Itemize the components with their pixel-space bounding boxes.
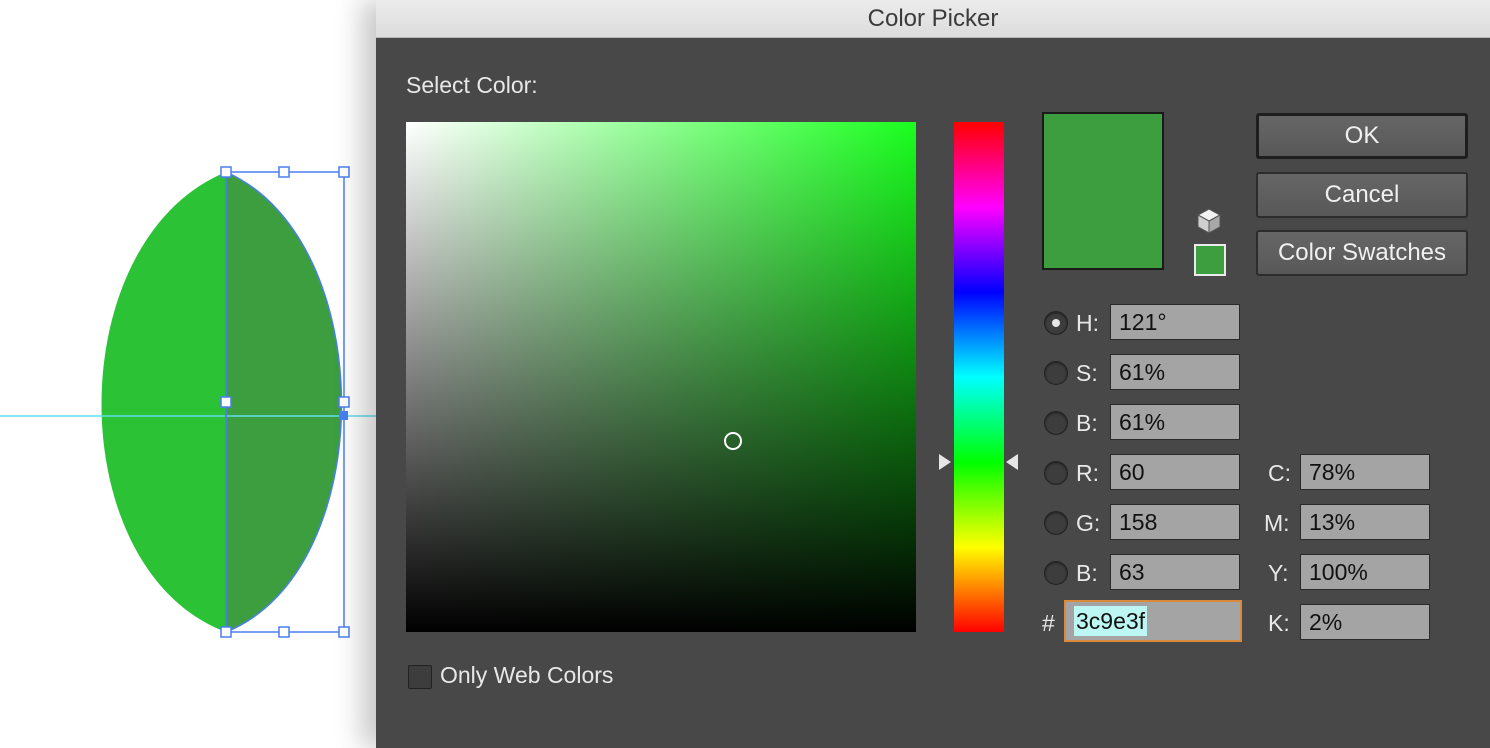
handle-middle-left [220,396,232,408]
dialog-title: Color Picker [867,5,999,32]
leaf-right-half[interactable] [226,172,342,632]
green-input[interactable]: 158 [1110,504,1240,540]
radio-brightness[interactable] [1044,411,1068,435]
handle-middle-right [338,396,350,408]
magenta-label: M: [1264,510,1290,536]
radio-red[interactable] [1044,461,1068,485]
only-web-colors-label[interactable]: Only Web Colors [440,662,613,689]
blue-label: B: [1076,560,1098,586]
cancel-button[interactable]: Cancel [1256,172,1468,218]
hue-label: H: [1076,310,1099,336]
saturation-brightness-field[interactable] [406,122,916,632]
artboard-canvas[interactable] [0,0,380,748]
color-picker-dialog: Color Picker Select Color: OK Cancel Col… [376,0,1490,748]
color-swatches-button[interactable]: Color Swatches [1256,230,1468,276]
websafe-color-swatch[interactable] [1194,244,1226,276]
handle-bottom-right [338,626,350,638]
cyan-input[interactable]: 78% [1300,454,1430,490]
hue-slider-right-arrow[interactable] [1006,454,1018,470]
leaf-left-half[interactable] [101,172,227,632]
saturation-label: S: [1076,360,1098,386]
brightness-input[interactable]: 61% [1110,404,1240,440]
red-input[interactable]: 60 [1110,454,1240,490]
hue-slider[interactable] [954,122,1004,632]
artwork-svg [0,166,380,638]
hex-value-selected-text: 3c9e3f [1074,606,1148,636]
current-color-preview [1042,112,1164,270]
saturation-input[interactable]: 61% [1110,354,1240,390]
handle-top-middle [278,166,290,178]
hex-label: # [1042,610,1055,636]
ok-button[interactable]: OK [1256,113,1468,159]
hue-slider-left-arrow[interactable] [939,454,951,470]
only-web-colors-checkbox[interactable] [408,665,432,689]
magenta-input[interactable]: 13% [1300,504,1430,540]
handle-top-right [338,166,350,178]
yellow-input[interactable]: 100% [1300,554,1430,590]
hex-input[interactable]: 3c9e3f [1064,600,1242,642]
red-label: R: [1076,460,1099,486]
blue-input[interactable]: 63 [1110,554,1240,590]
radio-green[interactable] [1044,511,1068,535]
hue-input[interactable]: 121° [1110,304,1240,340]
radio-saturation[interactable] [1044,361,1068,385]
handle-bottom-left [220,626,232,638]
radio-hue[interactable] [1044,311,1068,335]
title-bar[interactable]: Color Picker [376,0,1490,38]
select-color-label: Select Color: [406,72,538,98]
websafe-cube-icon[interactable] [1194,206,1224,236]
anchor-point[interactable] [339,411,348,420]
black-input[interactable]: 2% [1300,604,1430,640]
color-selection-marker[interactable] [724,432,742,450]
radio-blue[interactable] [1044,561,1068,585]
handle-top-left [220,166,232,178]
black-label: K: [1268,610,1290,636]
brightness-label: B: [1076,410,1098,436]
yellow-label: Y: [1268,560,1289,586]
green-label: G: [1076,510,1101,536]
handle-bottom-middle [278,626,290,638]
cyan-label: C: [1268,460,1291,486]
